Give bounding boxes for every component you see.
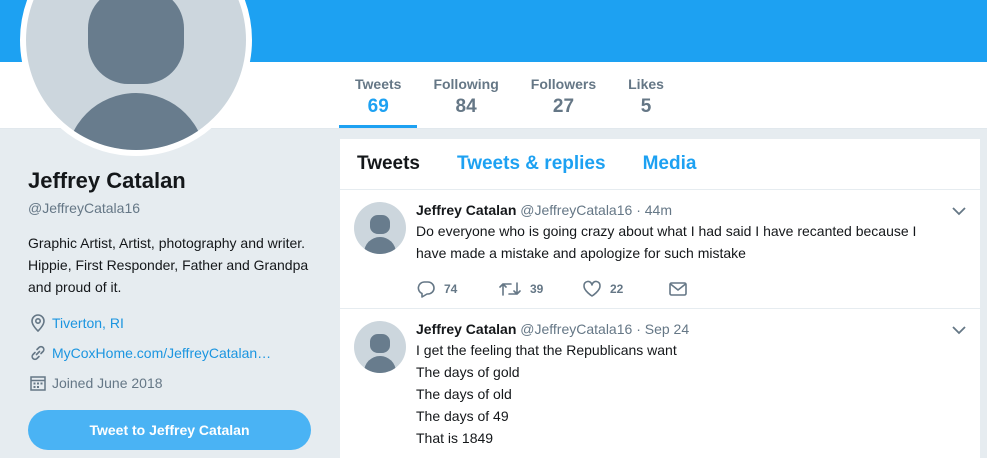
tweet-separator: · [636,202,641,218]
stat-value: 69 [367,96,389,117]
stat-following[interactable]: Following 84 [417,62,514,128]
stat-value: 5 [640,96,652,117]
tweet-line: The days of old [416,386,512,402]
timeline-tabs: Tweets Tweets & replies Media [340,139,980,190]
stat-tweets[interactable]: Tweets 69 [339,62,418,128]
tweet-line: That is 1849 [416,430,494,446]
profile-stats: Tweets 69 Following 84 Followers 27 Like… [339,62,680,129]
tweet-author-name[interactable]: Jeffrey Catalan [416,202,516,218]
chevron-down-icon[interactable] [952,325,966,335]
tweet-text: Do everyone who is going crazy about wha… [416,223,917,261]
profile-joined: Joined June 2018 [28,368,318,398]
profile-location: Tiverton, RI [28,308,318,338]
stat-label: Followers [530,76,597,92]
profile-card: Jeffrey Catalan @JeffreyCatala16 Graphic… [28,168,318,398]
profile-handle[interactable]: @JeffreyCatala16 [28,200,318,216]
tab-tweets[interactable]: Tweets [357,153,420,175]
tweet-avatar[interactable] [354,321,406,373]
tweet-line: The days of 49 [416,408,509,424]
stat-value: 27 [552,96,575,117]
calendar-icon [28,373,48,393]
tweet-author-handle[interactable]: @JeffreyCatala16 [520,202,632,218]
tab-media[interactable]: Media [643,153,697,175]
like-button[interactable]: 22 [582,280,668,298]
stat-followers[interactable]: Followers 27 [515,62,612,128]
direct-message-icon [669,282,687,296]
tweet-author-name[interactable]: Jeffrey Catalan [416,321,516,337]
tweet-timestamp[interactable]: 44m [645,202,672,218]
reply-icon [417,281,435,298]
timeline: Tweets Tweets & replies Media Jeffrey Ca… [340,139,980,458]
tweet-actions: 74 39 22 [416,276,950,302]
profile-bio: Graphic Artist, Artist, photography and … [28,235,309,295]
like-count: 22 [610,282,624,296]
stat-label: Likes [628,76,664,92]
tweet-avatar[interactable] [354,202,406,254]
profile-avatar[interactable] [20,0,252,156]
retweet-count: 39 [530,282,544,296]
direct-message-button[interactable] [668,281,696,297]
stat-label: Following [433,76,499,92]
retweet-icon [499,282,521,296]
tweet-line: I get the feeling that the Republicans w… [416,342,677,358]
profile-website: MyCoxHome.com/JeffreyCatalan… [28,338,318,368]
link-icon [28,343,48,363]
stat-value: 84 [455,96,477,117]
tab-tweets-replies[interactable]: Tweets & replies [457,153,606,175]
reply-button[interactable]: 74 [416,280,498,298]
website-link[interactable]: MyCoxHome.com/JeffreyCatalan… [52,345,271,361]
profile-name[interactable]: Jeffrey Catalan [28,168,318,194]
heart-icon [583,280,601,297]
tweet-separator: · [636,321,641,337]
tweet-line: The days of gold [416,364,520,380]
location-pin-icon [28,313,48,333]
location-link[interactable]: Tiverton, RI [52,315,124,331]
stat-label: Tweets [355,76,402,92]
chevron-down-icon[interactable] [952,206,966,216]
joined-date: Joined June 2018 [52,375,163,391]
tweet-author-handle[interactable]: @JeffreyCatala16 [520,321,632,337]
tweet[interactable]: Jeffrey Catalan @JeffreyCatala16 · 44m D… [340,190,980,309]
reply-count: 74 [444,282,458,296]
tweet[interactable]: Jeffrey Catalan @JeffreyCatala16 · Sep 2… [340,309,980,458]
tweet-text: I get the feeling that the Republicans w… [416,339,950,449]
retweet-button[interactable]: 39 [498,280,582,298]
stat-likes[interactable]: Likes 5 [612,62,680,128]
tweet-to-button[interactable]: Tweet to Jeffrey Catalan [28,410,311,450]
tweet-timestamp[interactable]: Sep 24 [645,321,689,337]
